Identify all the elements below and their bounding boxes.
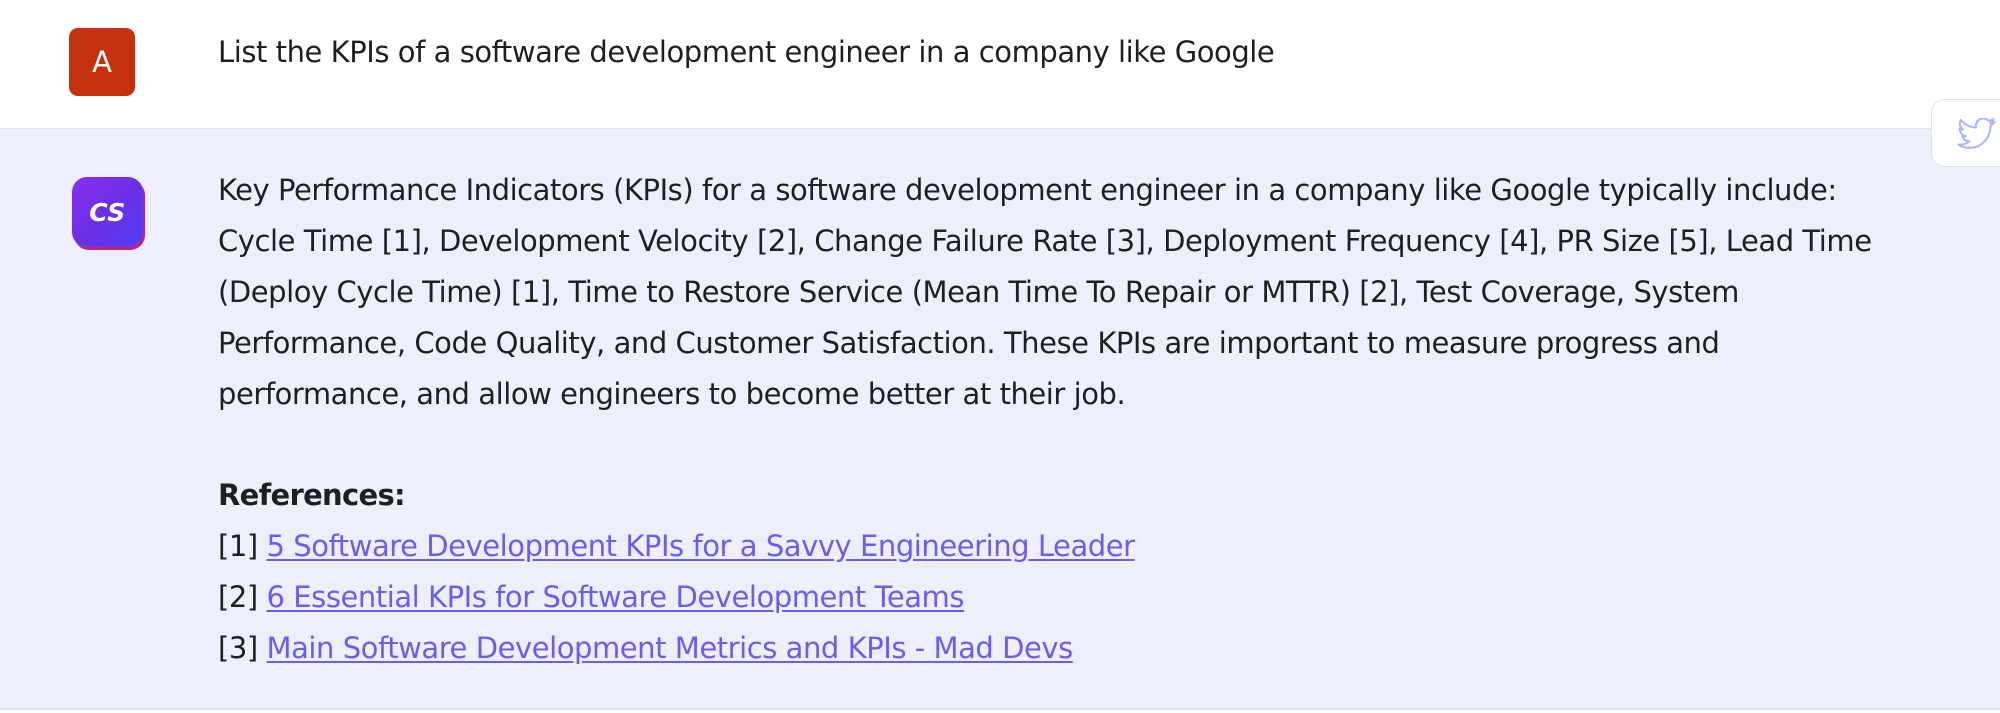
answer-line: performance, and allow engineers to beco…: [218, 377, 1126, 411]
assistant-avatar-label: CS: [89, 197, 126, 227]
answer-line: Cycle Time [1], Development Velocity [2]…: [218, 224, 1872, 258]
user-message-text: List the KPIs of a software development …: [218, 35, 1275, 69]
answer-paragraph: Key Performance Indicators (KPIs) for a …: [218, 165, 1938, 420]
reference-link[interactable]: 6 Essential KPIs for Software Developmen…: [267, 580, 965, 614]
user-avatar: A: [69, 28, 135, 96]
references-heading: References:: [218, 478, 406, 512]
reference-link[interactable]: 5 Software Development KPIs for a Savvy …: [267, 529, 1136, 563]
answer-line: Performance, Code Quality, and Customer …: [218, 326, 1720, 360]
reference-item: [3] Main Software Development Metrics an…: [218, 623, 1135, 674]
references-section: References: [1] 5 Software Development K…: [218, 470, 1135, 674]
reference-link[interactable]: Main Software Development Metrics and KP…: [267, 631, 1074, 665]
user-message-row: A List the KPIs of a software developmen…: [0, 0, 2000, 129]
twitter-icon: [1958, 118, 1996, 149]
reference-marker: [2]: [218, 580, 258, 614]
reference-item: [1] 5 Software Development KPIs for a Sa…: [218, 521, 1135, 572]
answer-line: Key Performance Indicators (KPIs) for a …: [218, 173, 1837, 207]
user-avatar-letter: A: [92, 45, 112, 79]
share-twitter-button[interactable]: [1931, 99, 2000, 167]
answer-line: (Deploy Cycle Time) [1], Time to Restore…: [218, 275, 1739, 309]
reference-marker: [3]: [218, 631, 258, 665]
assistant-avatar: CS: [72, 177, 143, 247]
reference-marker: [1]: [218, 529, 258, 563]
reference-item: [2] 6 Essential KPIs for Software Develo…: [218, 572, 1135, 623]
assistant-answer: Key Performance Indicators (KPIs) for a …: [218, 165, 1938, 420]
chat-transcript: A List the KPIs of a software developmen…: [0, 0, 2000, 713]
